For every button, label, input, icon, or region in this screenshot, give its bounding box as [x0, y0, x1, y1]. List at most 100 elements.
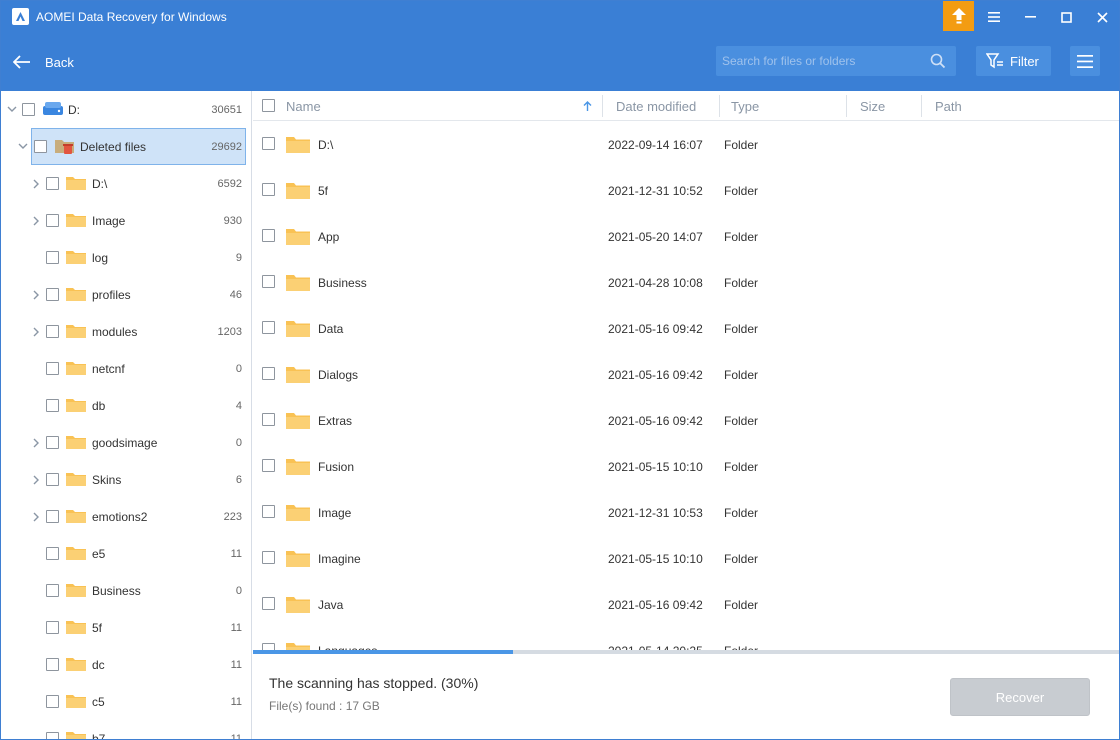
tree-checkbox[interactable] — [46, 473, 59, 486]
file-name: 5f — [318, 184, 329, 198]
search-input[interactable] — [716, 46, 921, 76]
table-row[interactable]: Data 2021-05-16 09:42 Folder — [253, 305, 1119, 351]
table-row[interactable]: Imagine 2021-05-15 10:10 Folder — [253, 535, 1119, 581]
file-list: Name Date modified Type Size Path D:\ 202… — [253, 91, 1119, 651]
tree-label: b7 — [92, 731, 106, 740]
row-checkbox[interactable] — [262, 367, 275, 380]
column-separator[interactable] — [602, 95, 603, 117]
search-icon[interactable] — [930, 53, 946, 69]
sort-up-icon[interactable] — [583, 101, 592, 112]
row-checkbox[interactable] — [262, 137, 275, 150]
row-checkbox[interactable] — [262, 505, 275, 518]
tree-row[interactable]: c5 11 — [1, 683, 251, 720]
column-size[interactable]: Size — [860, 99, 885, 114]
tree-row[interactable]: goodsimage 0 — [1, 424, 251, 461]
column-separator[interactable] — [719, 95, 720, 117]
table-row[interactable]: Dialogs 2021-05-16 09:42 Folder — [253, 351, 1119, 397]
row-checkbox[interactable] — [262, 275, 275, 288]
tree-label: profiles — [92, 287, 131, 302]
column-separator[interactable] — [921, 95, 922, 117]
upgrade-button[interactable] — [943, 1, 974, 31]
column-type[interactable]: Type — [731, 99, 759, 114]
column-name[interactable]: Name — [286, 99, 321, 114]
back-button[interactable]: Back — [13, 51, 74, 73]
row-checkbox[interactable] — [262, 459, 275, 472]
footer: The scanning has stopped. (30%) File(s) … — [253, 654, 1119, 739]
table-row[interactable]: Extras 2021-05-16 09:42 Folder — [253, 397, 1119, 443]
tree-row[interactable]: Image 930 — [1, 202, 251, 239]
table-row[interactable]: Fusion 2021-05-15 10:10 Folder — [253, 443, 1119, 489]
column-path[interactable]: Path — [935, 99, 962, 114]
tree-checkbox[interactable] — [46, 584, 59, 597]
file-name: Dialogs — [318, 368, 359, 382]
table-row[interactable]: Java 2021-05-16 09:42 Folder — [253, 581, 1119, 627]
filter-button[interactable]: Filter — [976, 46, 1051, 76]
chevron-down-icon[interactable] — [7, 105, 17, 115]
tree-checkbox[interactable] — [46, 658, 59, 671]
tree-checkbox[interactable] — [46, 399, 59, 412]
recover-button[interactable]: Recover — [950, 678, 1090, 716]
row-checkbox[interactable] — [262, 183, 275, 196]
chevron-right-icon[interactable] — [31, 216, 41, 226]
tree-checkbox[interactable] — [46, 214, 59, 227]
select-all-checkbox[interactable] — [262, 99, 275, 112]
tree-row-deleted-files[interactable]: Deleted files 29692 — [1, 128, 251, 165]
chevron-right-icon[interactable] — [31, 438, 41, 448]
table-row[interactable]: Languages 2021-05-14 20:25 Folder — [253, 627, 1119, 651]
tree-row[interactable]: e5 11 — [1, 535, 251, 572]
table-row[interactable]: D:\ 2022-09-14 16:07 Folder — [253, 121, 1119, 167]
row-checkbox[interactable] — [262, 229, 275, 242]
tree-row[interactable]: 5f 11 — [1, 609, 251, 646]
tree-checkbox[interactable] — [34, 140, 47, 153]
chevron-right-icon[interactable] — [31, 179, 41, 189]
folder-icon — [65, 285, 87, 306]
tree-row[interactable]: Business 0 — [1, 572, 251, 609]
tree-checkbox[interactable] — [46, 621, 59, 634]
chevron-right-icon[interactable] — [31, 512, 41, 522]
tree-row[interactable]: Skins 6 — [1, 461, 251, 498]
tree-checkbox[interactable] — [46, 695, 59, 708]
tree-row[interactable]: D:\ 6592 — [1, 165, 251, 202]
tree-row[interactable]: dc 11 — [1, 646, 251, 683]
tree-row[interactable]: profiles 46 — [1, 276, 251, 313]
main-menu-button[interactable] — [983, 7, 1005, 27]
row-checkbox[interactable] — [262, 597, 275, 610]
row-checkbox[interactable] — [262, 551, 275, 564]
table-row[interactable]: Image 2021-12-31 10:53 Folder — [253, 489, 1119, 535]
tree-checkbox[interactable] — [46, 436, 59, 449]
tree-row[interactable]: netcnf 0 — [1, 350, 251, 387]
chevron-right-icon[interactable] — [31, 475, 41, 485]
tree-count: 11 — [230, 732, 242, 740]
tree-checkbox[interactable] — [46, 362, 59, 375]
table-row[interactable]: 5f 2021-12-31 10:52 Folder — [253, 167, 1119, 213]
maximize-button[interactable] — [1055, 7, 1077, 27]
tree-checkbox[interactable] — [46, 547, 59, 560]
tree-row-root[interactable]: D: 30651 — [1, 91, 251, 128]
row-checkbox[interactable] — [262, 321, 275, 334]
tree-checkbox[interactable] — [46, 177, 59, 190]
tree-row[interactable]: modules 1203 — [1, 313, 251, 350]
tree-checkbox[interactable] — [46, 288, 59, 301]
tree-checkbox[interactable] — [22, 103, 35, 116]
folder-icon — [285, 594, 311, 617]
tree-checkbox[interactable] — [46, 510, 59, 523]
tree-count: 30651 — [211, 103, 242, 116]
table-row[interactable]: App 2021-05-20 14:07 Folder — [253, 213, 1119, 259]
close-button[interactable] — [1091, 7, 1113, 27]
tree-row[interactable]: log 9 — [1, 239, 251, 276]
chevron-right-icon[interactable] — [31, 290, 41, 300]
row-checkbox[interactable] — [262, 413, 275, 426]
tree-checkbox[interactable] — [46, 732, 59, 739]
chevron-right-icon[interactable] — [31, 327, 41, 337]
table-row[interactable]: Business 2021-04-28 10:08 Folder — [253, 259, 1119, 305]
column-separator[interactable] — [846, 95, 847, 117]
column-date[interactable]: Date modified — [616, 99, 696, 114]
tree-row[interactable]: emotions2 223 — [1, 498, 251, 535]
view-menu-button[interactable] — [1070, 46, 1100, 76]
tree-row[interactable]: b7 11 — [1, 720, 251, 740]
minimize-button[interactable] — [1019, 7, 1041, 27]
tree-checkbox[interactable] — [46, 251, 59, 264]
chevron-down-icon[interactable] — [18, 142, 28, 152]
tree-row[interactable]: db 4 — [1, 387, 251, 424]
tree-checkbox[interactable] — [46, 325, 59, 338]
